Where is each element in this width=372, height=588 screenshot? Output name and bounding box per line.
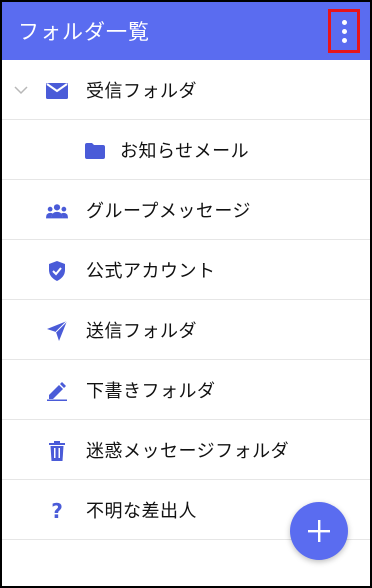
more-vert-icon-dot-2 — [341, 28, 347, 34]
folder-label: グループメッセージ — [86, 200, 252, 222]
folder-icon — [84, 140, 106, 162]
folder-row-spam[interactable]: 迷惑メッセージフォルダ — [2, 420, 370, 480]
folder-row-sent[interactable]: 送信フォルダ — [2, 300, 370, 360]
trash-icon — [46, 440, 68, 462]
folder-label: 受信フォルダ — [86, 80, 197, 102]
folder-label: 公式アカウント — [86, 260, 216, 282]
mail-icon — [46, 80, 68, 102]
plus-icon — [308, 520, 330, 542]
more-vert-icon-dot-3 — [341, 37, 347, 43]
edit-icon — [46, 380, 68, 402]
folder-label: 迷惑メッセージフォルダ — [86, 440, 290, 462]
add-folder-button[interactable] — [290, 502, 348, 560]
question-icon: ? — [51, 499, 63, 523]
send-icon — [46, 320, 68, 342]
chevron-down-icon[interactable] — [14, 83, 28, 97]
folder-label: 不明な差出人 — [86, 500, 197, 522]
folder-row-group[interactable]: グループメッセージ — [2, 180, 370, 240]
folder-label: 下書きフォルダ — [86, 380, 216, 402]
group-icon — [46, 200, 68, 222]
folder-row-inbox[interactable]: 受信フォルダ — [2, 60, 370, 120]
app-screen: フォルダ一覧 受信フォルダ お知らせメール グループメッセージ 公式アカウント … — [0, 0, 372, 588]
app-header: フォルダ一覧 — [2, 2, 370, 60]
page-title: フォルダ一覧 — [18, 20, 150, 44]
more-menu-button[interactable] — [328, 9, 360, 53]
folder-row-notifications[interactable]: お知らせメール — [2, 120, 370, 180]
folder-row-drafts[interactable]: 下書きフォルダ — [2, 360, 370, 420]
more-vert-icon — [341, 19, 347, 25]
verified-shield-icon — [46, 260, 68, 282]
folder-label: お知らせメール — [120, 140, 250, 162]
folder-label: 送信フォルダ — [86, 320, 197, 342]
folder-row-official[interactable]: 公式アカウント — [2, 240, 370, 300]
folder-list: 受信フォルダ お知らせメール グループメッセージ 公式アカウント 送信フォルダ … — [2, 60, 370, 540]
